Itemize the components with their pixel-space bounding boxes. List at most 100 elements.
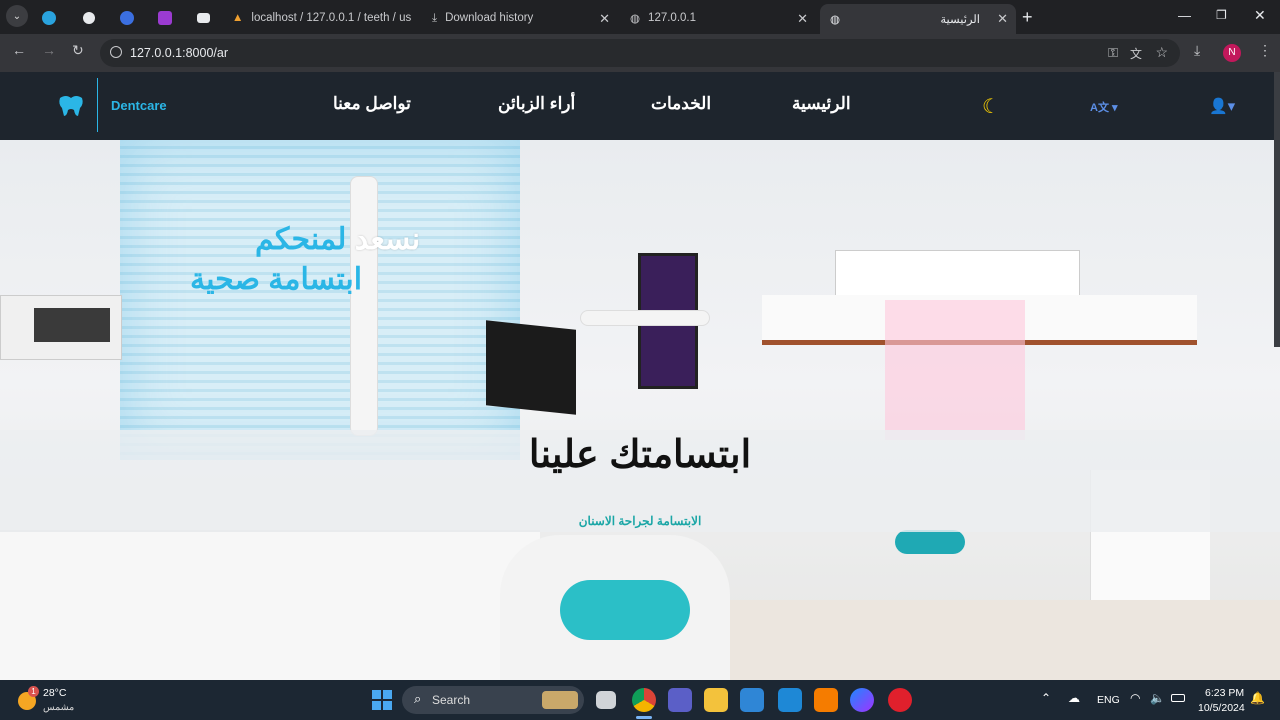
pinned-tab-chatgpt[interactable] bbox=[76, 6, 102, 30]
browser-toolbar: ← → ↻ 127.0.0.1:8000/ar ⚿ 文 ☆ ⤓ N ⋮ bbox=[0, 34, 1280, 72]
nav-contact[interactable]: تواصل معنا bbox=[333, 94, 411, 114]
hero-title: ابتسامتك علينا bbox=[528, 434, 752, 476]
back-icon[interactable]: ← bbox=[12, 42, 26, 58]
dark-mode-moon-icon[interactable]: ☾ bbox=[982, 94, 1000, 119]
chrome-icon[interactable] bbox=[632, 688, 656, 712]
brand-name[interactable]: Dentcare bbox=[111, 98, 167, 113]
headline-word-white: نسعد bbox=[354, 223, 421, 256]
nav-home[interactable]: الرئيسية bbox=[792, 94, 851, 114]
downloads-icon[interactable]: ⤓ bbox=[1194, 42, 1200, 59]
website-viewport: Dentcare تواصل معنا أراء الزبائن الخدمات… bbox=[0, 72, 1280, 680]
hero-headline-line1: نسعد لمنحكم bbox=[255, 222, 420, 257]
tab-label: localhost / 127.0.0.1 / teeth / us bbox=[251, 12, 412, 24]
phpmyadmin-icon: ▲ bbox=[232, 12, 244, 24]
pinned-tab-telegram[interactable] bbox=[36, 6, 62, 30]
pinned-tab-c[interactable] bbox=[114, 6, 140, 30]
start-button[interactable] bbox=[372, 690, 392, 710]
tab-search-button[interactable]: ⌄ bbox=[6, 5, 28, 27]
store-icon[interactable] bbox=[740, 688, 764, 712]
tooth-logo-icon bbox=[59, 96, 83, 116]
opera-icon[interactable] bbox=[888, 688, 912, 712]
battery-icon[interactable] bbox=[1171, 694, 1185, 702]
menu-kebab-icon[interactable]: ⋮ bbox=[1258, 42, 1272, 59]
close-tab-icon[interactable]: ✕ bbox=[599, 11, 610, 27]
weather-temp[interactable]: 28°C bbox=[43, 687, 66, 699]
tab-downloads[interactable]: ⤓ Download history ✕ bbox=[422, 4, 618, 32]
teams-icon[interactable] bbox=[668, 688, 692, 712]
cabinet-light-image bbox=[885, 300, 1025, 440]
password-key-icon[interactable]: ⚿ bbox=[1108, 45, 1118, 61]
hero-subtitle: الابتسامة لجراحة الاسنان bbox=[578, 514, 702, 528]
forward-icon[interactable]: → bbox=[42, 42, 56, 58]
hero-headline-line2: ابتسامة صحية bbox=[190, 263, 363, 296]
xampp-icon[interactable] bbox=[814, 688, 838, 712]
counter-image bbox=[0, 530, 540, 680]
hero-caption-band: ابتسامتك علينا الابتسامة لجراحة الاسنان bbox=[0, 430, 1280, 532]
chrome-active-indicator bbox=[636, 716, 652, 719]
floor-image bbox=[730, 600, 1280, 680]
translate-icon[interactable]: 文 bbox=[1130, 45, 1142, 62]
globe-icon: ◍ bbox=[630, 13, 641, 25]
close-tab-icon[interactable]: ✕ bbox=[997, 11, 1008, 27]
language-switch-icon[interactable]: A文 ▾ bbox=[1090, 99, 1118, 115]
windows-logo-icon bbox=[383, 701, 392, 710]
clock-time[interactable]: 6:23 PM bbox=[1205, 687, 1244, 699]
new-tab-button[interactable]: + bbox=[1022, 7, 1033, 28]
windows-logo-icon bbox=[383, 690, 392, 699]
window-blinds-image bbox=[120, 140, 520, 460]
tab-home-active[interactable]: ◍ الرئيسية ✕ bbox=[820, 4, 1016, 34]
windows-logo-icon bbox=[372, 701, 381, 710]
tray-network-off-icon[interactable]: ☁ bbox=[1068, 691, 1080, 705]
stool-image bbox=[895, 530, 965, 554]
user-menu-icon[interactable]: 👤▾ bbox=[1209, 97, 1235, 115]
messenger-icon[interactable] bbox=[850, 688, 874, 712]
dental-arm-image bbox=[580, 310, 710, 326]
upper-cabinets-image bbox=[835, 250, 1080, 296]
close-tab-icon[interactable]: ✕ bbox=[797, 11, 808, 27]
task-view-icon[interactable] bbox=[596, 691, 616, 709]
taskbar-search-box[interactable]: ⌕ Search bbox=[402, 686, 584, 714]
dental-arm-image bbox=[350, 176, 378, 436]
close-window-icon[interactable]: ✕ bbox=[1254, 7, 1266, 24]
pinned-tab-g[interactable] bbox=[152, 6, 178, 30]
telegram-icon bbox=[42, 11, 56, 25]
search-label: Search bbox=[432, 693, 471, 707]
weather-desc: مشمس bbox=[43, 702, 75, 713]
url-text: 127.0.0.1:8000/ar bbox=[130, 46, 228, 60]
globe-icon: ◍ bbox=[830, 14, 841, 26]
search-highlight-icon bbox=[542, 691, 578, 709]
language-indicator[interactable]: ENG bbox=[1097, 694, 1120, 706]
wall-device-screen-image bbox=[34, 308, 110, 342]
nav-services[interactable]: الخدمات bbox=[651, 94, 711, 114]
wifi-icon[interactable]: ◠ bbox=[1130, 691, 1140, 705]
profile-avatar[interactable]: N bbox=[1223, 44, 1241, 62]
tab-label: 127.0.0.1 bbox=[648, 12, 697, 24]
windows-taskbar: 1 28°C مشمس ⌕ Search ⌃ ☁ ENG ◠ 🔈 6:23 PM… bbox=[0, 680, 1280, 720]
reload-icon[interactable]: ↻ bbox=[72, 42, 84, 59]
tab-phpmyadmin[interactable]: ▲ localhost / 127.0.0.1 / teeth / us bbox=[222, 4, 420, 32]
address-bar[interactable]: 127.0.0.1:8000/ar ⚿ 文 ☆ bbox=[100, 39, 1180, 67]
site-info-icon[interactable] bbox=[110, 46, 122, 58]
tray-overflow-icon[interactable]: ⌃ bbox=[1041, 691, 1051, 705]
minimize-icon[interactable]: — bbox=[1178, 8, 1191, 23]
notifications-bell-icon[interactable]: 🔔 bbox=[1250, 691, 1265, 705]
bookmark-star-icon[interactable]: ☆ bbox=[1155, 44, 1168, 61]
weather-badge: 1 bbox=[28, 686, 39, 697]
tab-localhost[interactable]: ◍ 127.0.0.1 ✕ bbox=[620, 4, 816, 32]
download-icon: ⤓ bbox=[432, 11, 438, 24]
pinned-tab-wp[interactable] bbox=[190, 6, 216, 30]
nav-reviews[interactable]: أراء الزبائن bbox=[498, 94, 575, 114]
hero-section: نسعد لمنحكم ابتسامة صحية ابتسامتك علينا … bbox=[0, 140, 1280, 680]
file-explorer-icon[interactable] bbox=[704, 688, 728, 712]
chatgpt-icon bbox=[83, 12, 95, 24]
clock-date[interactable]: 10/5/2024 bbox=[1198, 702, 1245, 714]
dental-chair-seat-image bbox=[560, 580, 690, 640]
search-icon: ⌕ bbox=[414, 691, 422, 706]
maximize-icon[interactable]: ❐ bbox=[1216, 8, 1227, 22]
site-navbar: Dentcare تواصل معنا أراء الزبائن الخدمات… bbox=[0, 72, 1280, 140]
volume-icon[interactable]: 🔈 bbox=[1150, 691, 1165, 705]
tab-label: الرئيسية bbox=[940, 14, 980, 26]
brand-divider bbox=[97, 78, 98, 132]
vscode-icon[interactable] bbox=[778, 688, 802, 712]
page-scrollbar[interactable] bbox=[1274, 72, 1280, 347]
